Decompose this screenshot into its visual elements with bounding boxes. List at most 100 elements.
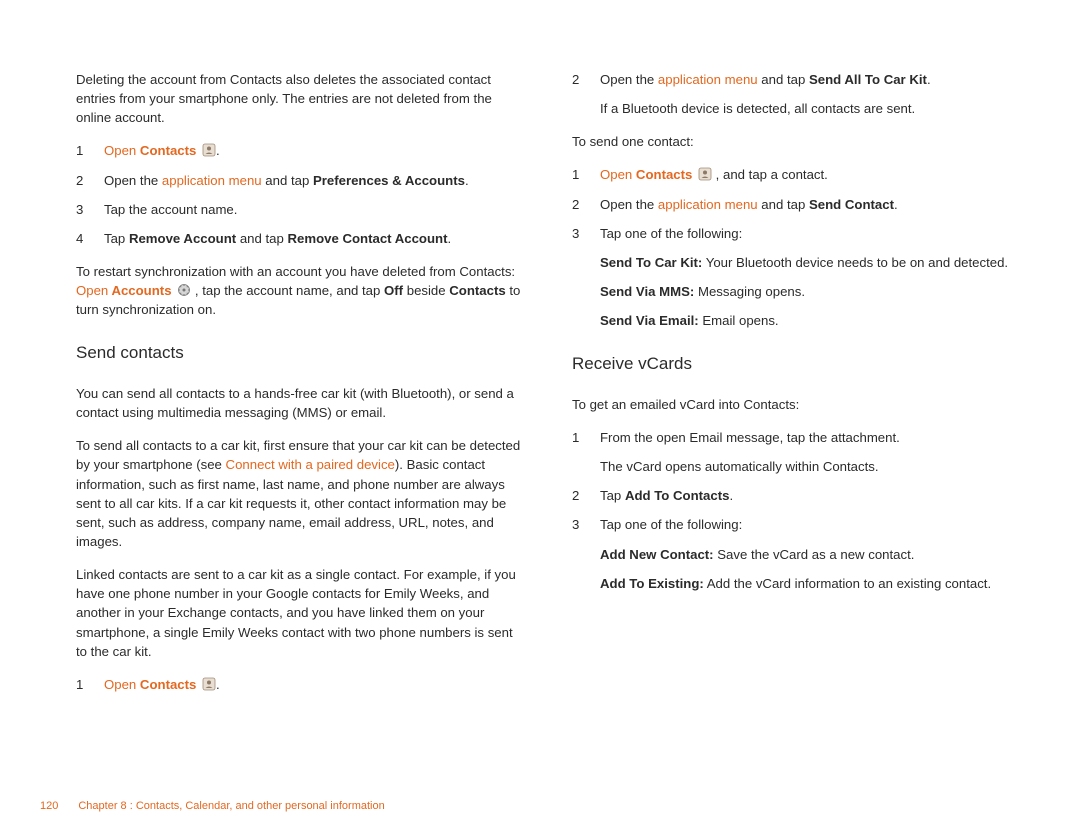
application-menu-link[interactable]: application menu: [658, 197, 758, 212]
step-1: 1 Open Contacts .: [76, 141, 524, 160]
text: Tap: [600, 488, 625, 503]
page-content: Deleting the account from Contacts also …: [0, 0, 1080, 708]
step-body: From the open Email message, tap the att…: [600, 428, 1020, 447]
send-all-steps-cont: 2 Open the application menu and tap Send…: [572, 70, 1020, 118]
option-body: Send Via Email: Email opens.: [600, 311, 1020, 330]
step-3: 3 Tap the account name.: [76, 200, 524, 219]
period: .: [447, 231, 451, 246]
option-label: Add New Contact:: [600, 547, 714, 562]
page-number: 120: [40, 800, 58, 812]
step-3: 3 Tap one of the following:: [572, 224, 1020, 243]
step-2: 2 Tap Add To Contacts.: [572, 486, 1020, 505]
step-1: 1 From the open Email message, tap the a…: [572, 428, 1020, 447]
step-body: Open the application menu and tap Send C…: [600, 195, 1020, 214]
send-contacts-heading: Send contacts: [76, 341, 524, 366]
send-one-steps: 1 Open Contacts , and tap a contact. 2 O…: [572, 165, 1020, 330]
step-result: The vCard opens automatically within Con…: [572, 457, 1020, 476]
step-body: Open the application menu and tap Prefer…: [104, 171, 524, 190]
intro-paragraph: Deleting the account from Contacts also …: [76, 70, 524, 127]
contacts-icon: [202, 677, 216, 691]
contacts-label: Contacts: [449, 283, 505, 298]
period: .: [729, 488, 733, 503]
option-label: Send Via MMS:: [600, 284, 694, 299]
send-paragraph-1: You can send all contacts to a hands-fre…: [76, 384, 524, 422]
step-body: Open Contacts .: [104, 141, 524, 160]
option-email: Send Via Email: Email opens.: [572, 311, 1020, 330]
application-menu-link[interactable]: application menu: [658, 72, 758, 87]
step-1: 1 Open Contacts .: [76, 675, 524, 694]
page-footer: 120 Chapter 8 : Contacts, Calendar, and o…: [40, 800, 385, 812]
option-mms: Send Via MMS: Messaging opens.: [572, 282, 1020, 301]
step-body: Open Contacts .: [104, 675, 524, 694]
step-number: 1: [572, 165, 600, 184]
chapter-label: Chapter 8 : Contacts, Calendar, and othe…: [78, 800, 384, 812]
step-2: 2 Open the application menu and tap Send…: [572, 70, 1020, 89]
contacts-link[interactable]: Contacts: [136, 143, 200, 158]
send-paragraph-3: Linked contacts are sent to a car kit as…: [76, 565, 524, 661]
option-add-new: Add New Contact: Save the vCard as a new…: [572, 545, 1020, 564]
step-body: Tap one of the following:: [600, 515, 1020, 534]
step-body: If a Bluetooth device is detected, all c…: [600, 99, 1020, 118]
step-number: 2: [572, 70, 600, 89]
step-body: Tap the account name.: [104, 200, 524, 219]
delete-account-steps: 1 Open Contacts . 2 Open the application…: [76, 141, 524, 248]
application-menu-link[interactable]: application menu: [162, 173, 262, 188]
step-1: 1 Open Contacts , and tap a contact.: [572, 165, 1020, 184]
step-result: If a Bluetooth device is detected, all c…: [572, 99, 1020, 118]
text: Open the: [104, 173, 162, 188]
text: and tap: [758, 197, 809, 212]
send-contact-label: Send Contact: [809, 197, 894, 212]
accounts-link[interactable]: Accounts: [108, 283, 175, 298]
accounts-icon: [177, 283, 191, 297]
step-number: 3: [572, 515, 600, 534]
prefs-accounts-label: Preferences & Accounts: [313, 173, 465, 188]
step-number: 3: [572, 224, 600, 243]
text: , and tap a contact.: [712, 167, 828, 182]
contacts-icon: [202, 143, 216, 157]
receive-intro: To get an emailed vCard into Contacts:: [572, 395, 1020, 414]
step-body: The vCard opens automatically within Con…: [600, 457, 1020, 476]
period: .: [894, 197, 898, 212]
contacts-icon: [698, 167, 712, 181]
send-all-car-kit-label: Send All To Car Kit: [809, 72, 927, 87]
off-label: Off: [384, 283, 403, 298]
option-car-kit: Send To Car Kit: Your Bluetooth device n…: [572, 253, 1020, 272]
right-column: 2 Open the application menu and tap Send…: [572, 70, 1020, 708]
step-number: 2: [76, 171, 104, 190]
option-text: Save the vCard as a new contact.: [714, 547, 915, 562]
step-number: 3: [76, 200, 104, 219]
connect-paired-device-link[interactable]: Connect with a paired device: [226, 457, 395, 472]
open-link[interactable]: Open: [600, 167, 632, 182]
add-to-contacts-label: Add To Contacts: [625, 488, 730, 503]
option-body: Send Via MMS: Messaging opens.: [600, 282, 1020, 301]
option-text: Email opens.: [699, 313, 779, 328]
step-3: 3 Tap one of the following:: [572, 515, 1020, 534]
step-body: Open the application menu and tap Send A…: [600, 70, 1020, 89]
option-body: Add To Existing: Add the vCard informati…: [600, 574, 1020, 593]
step-4: 4 Tap Remove Account and tap Remove Cont…: [76, 229, 524, 248]
step-number: 2: [572, 486, 600, 505]
step-number: 1: [76, 675, 104, 694]
restart-sync-paragraph: To restart synchronization with an accou…: [76, 262, 524, 319]
text: and tap: [758, 72, 809, 87]
open-link[interactable]: Open: [76, 283, 108, 298]
period: .: [216, 143, 220, 158]
step-2: 2 Open the application menu and tap Pref…: [76, 171, 524, 190]
contacts-link[interactable]: Contacts: [136, 677, 200, 692]
step-body: Tap one of the following:: [600, 224, 1020, 243]
receive-steps: 1 From the open Email message, tap the a…: [572, 428, 1020, 593]
contacts-link[interactable]: Contacts: [632, 167, 696, 182]
option-label: Add To Existing:: [600, 576, 704, 591]
text: Open the: [600, 72, 658, 87]
send-one-intro: To send one contact:: [572, 132, 1020, 151]
open-link[interactable]: Open: [104, 677, 136, 692]
option-body: Add New Contact: Save the vCard as a new…: [600, 545, 1020, 564]
period: .: [216, 677, 220, 692]
option-label: Send To Car Kit:: [600, 255, 702, 270]
option-text: Your Bluetooth device needs to be on and…: [702, 255, 1008, 270]
step-body: Tap Add To Contacts.: [600, 486, 1020, 505]
option-text: Add the vCard information to an existing…: [704, 576, 991, 591]
open-link[interactable]: Open: [104, 143, 136, 158]
remove-account-label: Remove Account: [129, 231, 236, 246]
text: and tap: [236, 231, 287, 246]
